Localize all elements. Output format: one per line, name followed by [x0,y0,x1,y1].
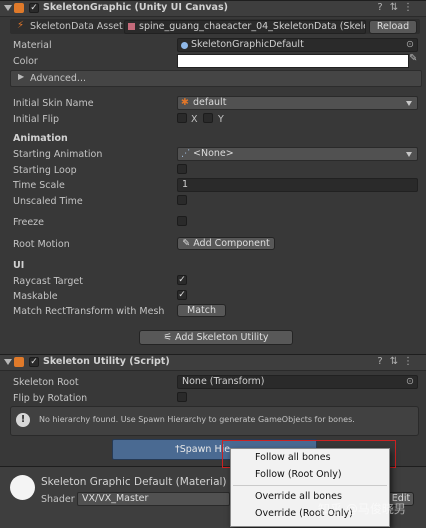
skeleton-utility-icon: ⚟ [163,332,176,343]
freeze-label: Freeze [13,217,44,228]
header-actions: ? ⇅ ⋮ [373,2,415,13]
time-scale-input[interactable]: 1 [177,178,418,192]
skeleton-data-field[interactable]: spine_guang_chaeacter_04_SkeletonData (S… [124,20,366,34]
flip-y-checkbox[interactable] [203,113,213,123]
material-preview-sphere [10,475,35,500]
material-title: Skeleton Graphic Default (Material) [41,476,227,488]
skeleton-data-row: ⚡ SkeletonData Asset spine_guang_chaeact… [10,19,420,34]
initial-skin-label: Initial Skin Name [13,98,94,109]
root-motion-label: Root Motion [13,239,70,250]
add-component-icon: ✎ [182,238,194,249]
freeze-checkbox[interactable] [177,216,187,226]
menu-item-follow-root-only[interactable]: Follow (Root Only) [255,469,342,480]
skeleton-utility-header[interactable]: ✓ Skeleton Utility (Script) ? ⇅ ⋮ [0,354,426,371]
initial-skin-dropdown[interactable]: ✱ default [177,96,418,110]
info-helpbox: ! No hierarchy found. Use Spawn Hierarch… [10,406,419,436]
raycast-target-label: Raycast Target [13,276,83,287]
foldout-arrow-icon[interactable] [4,5,12,11]
kebab-menu-icon[interactable]: ⋮ [401,356,415,367]
skeleton-data-label: SkeletonData Asset [30,21,123,32]
object-picker-icon[interactable]: ⊙ [406,39,414,51]
help-icon[interactable]: ? [373,2,387,13]
material-icon [181,42,188,49]
script-icon [14,357,24,367]
material-field[interactable]: SkeletonGraphicDefault ⊙ [177,38,418,52]
skeleton-graphic-header[interactable]: ✓ SkeletonGraphic (Unity UI Canvas) ? ⇅ ⋮ [0,0,426,17]
skeleton-component-icon [14,3,24,13]
component-title: SkeletonGraphic (Unity UI Canvas) [43,2,228,13]
preset-icon[interactable]: ⇅ [387,356,401,367]
component-enabled-checkbox[interactable]: ✓ [29,3,39,13]
flip-y-label: Y [218,114,224,125]
unscaled-time-label: Unscaled Time [13,196,83,207]
menu-item-follow-all-bones[interactable]: Follow all bones [255,452,331,463]
foldout-arrow-icon[interactable] [4,359,12,365]
eyedropper-icon[interactable]: ✎ [409,53,417,64]
skeleton-root-value: None (Transform) [182,376,265,387]
starting-loop-checkbox[interactable] [177,164,187,174]
flip-by-rotation-label: Flip by Rotation [13,393,88,404]
add-skeleton-utility-button[interactable]: ⚟ Add Skeleton Utility [139,330,293,345]
advanced-foldout[interactable]: ▶ Advanced... [10,70,422,87]
dropdown-arrow-icon [406,101,412,106]
material-label: Material [13,40,52,51]
unscaled-time-checkbox[interactable] [177,195,187,205]
header-actions: ? ⇅ ⋮ [373,356,415,367]
utility-enabled-checkbox[interactable]: ✓ [29,357,39,367]
starting-animation-label: Starting Animation [13,149,103,160]
shader-label: Shader [41,494,75,505]
color-swatch[interactable] [177,54,409,68]
match-button[interactable]: Match [177,304,226,317]
preset-icon[interactable]: ⇅ [387,2,401,13]
starting-animation-dropdown[interactable]: ⋰ <None> [177,147,418,161]
starting-loop-label: Starting Loop [13,165,77,176]
asset-icon [128,23,135,30]
match-rect-label: Match RectTransform with Mesh [13,306,165,317]
material-value: SkeletonGraphicDefault [191,39,304,50]
info-message: No hierarchy found. Use Spawn Hierarchy … [39,415,355,424]
object-picker-icon[interactable]: ⊙ [406,376,414,388]
info-icon: ! [16,413,30,427]
advanced-label: Advanced... [30,73,86,84]
kebab-menu-icon[interactable]: ⋮ [401,2,415,13]
shader-value: VX/VX_Master [82,493,149,504]
spine-icon: ⚡ [17,20,25,31]
flip-by-rotation-checkbox[interactable] [177,392,187,402]
dropdown-arrow-icon [406,152,412,157]
utility-title: Skeleton Utility (Script) [43,356,170,367]
skeleton-root-field[interactable]: None (Transform) ⊙ [177,375,418,389]
add-skeleton-utility-label: Add Skeleton Utility [175,332,269,343]
flip-x-checkbox[interactable] [177,113,187,123]
watermark: 知乎 @马俊晓男 [318,502,406,516]
skeleton-root-label: Skeleton Root [13,377,79,388]
maskable-label: Maskable [13,291,58,302]
starting-animation-value: <None> [193,148,234,159]
help-icon[interactable]: ? [373,356,387,367]
shader-dropdown[interactable]: VX/VX_Master [77,492,230,506]
initial-skin-value: default [193,97,227,108]
animation-section-title: Animation [13,133,68,144]
reload-button[interactable]: Reload [369,20,417,34]
flip-x-label: X [191,114,198,125]
skin-icon: ✱ [181,97,189,108]
color-label: Color [13,56,38,67]
initial-flip-label: Initial Flip [13,114,60,125]
time-scale-label: Time Scale [13,180,65,191]
maskable-checkbox[interactable]: ✓ [177,290,187,300]
skeleton-data-value: spine_guang_chaeacter_04_SkeletonData (S… [139,21,366,32]
ui-section-title: UI [13,260,25,271]
advanced-arrow-icon: ▶ [18,72,25,81]
add-component-label: Add Component [193,238,270,249]
raycast-target-checkbox[interactable]: ✓ [177,275,187,285]
add-component-button[interactable]: ✎ Add Component [177,237,275,250]
animation-icon: ⋰ [181,148,191,159]
menu-separator [233,485,387,486]
